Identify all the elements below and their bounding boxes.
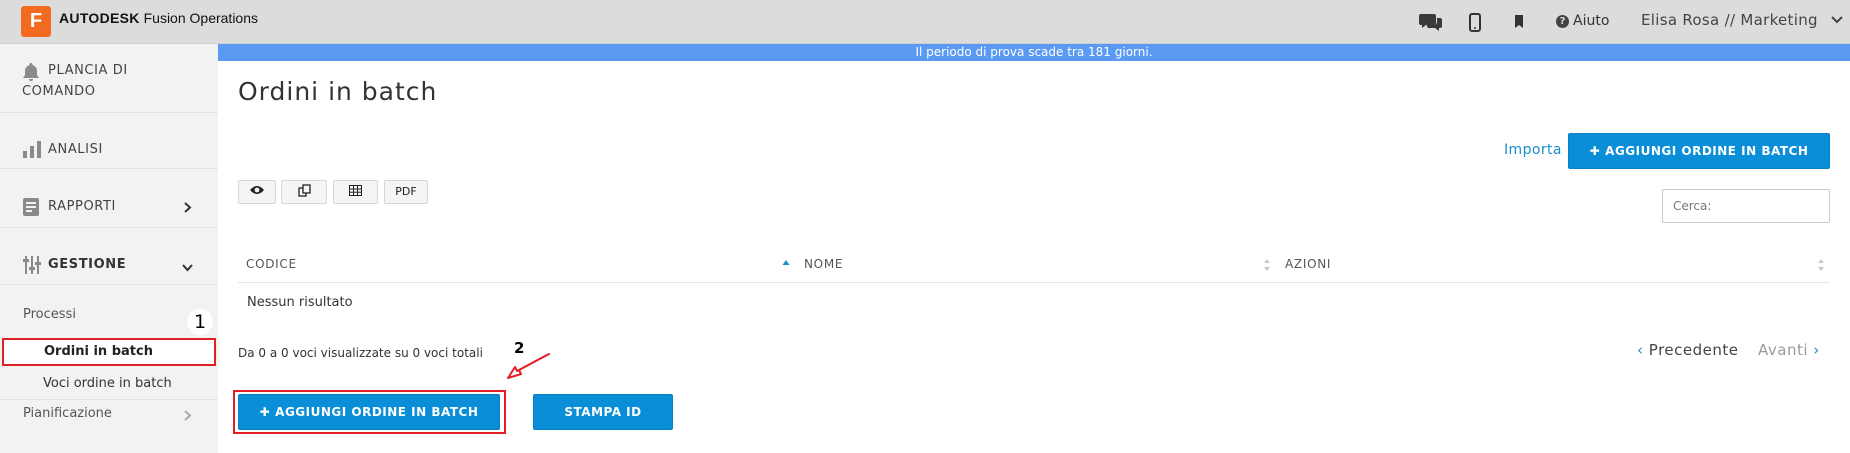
- user-menu[interactable]: Elisa Rosa // Marketing: [1641, 11, 1843, 29]
- chevron-down-icon: [182, 264, 193, 272]
- sidebar-item-analysis-label: ANALISI: [48, 142, 103, 157]
- table-info: Da 0 a 0 voci visualizzate su 0 voci tot…: [238, 346, 483, 360]
- column-visibility-button[interactable]: [238, 180, 276, 204]
- sidebar-item-dashboard-label-2: COMANDO: [22, 84, 96, 99]
- chevron-right-icon: [184, 202, 192, 213]
- add-batch-order-button-top[interactable]: ✚ AGGIUNGI ORDINE IN BATCH: [1568, 133, 1830, 169]
- sidebar-divider: [0, 168, 218, 169]
- pager-next-label: Avanti: [1758, 341, 1809, 359]
- eye-icon: [250, 186, 264, 194]
- export-pdf-button[interactable]: PDF: [384, 180, 428, 204]
- chevron-left-icon: ‹: [1637, 341, 1644, 359]
- pager-next[interactable]: Avanti ›: [1758, 341, 1820, 359]
- brand-name: AUTODESK Fusion Operations: [59, 10, 258, 26]
- sidebar-group-processes[interactable]: Processi: [23, 307, 76, 322]
- export-csv-button[interactable]: [333, 180, 378, 204]
- chevron-right-icon: ›: [1813, 341, 1820, 359]
- sliders-icon: [23, 256, 41, 274]
- import-link[interactable]: Importa: [1504, 142, 1562, 158]
- chevron-right-icon: [184, 410, 192, 421]
- table-icon: [349, 185, 362, 196]
- sidebar-item-management-label: GESTIONE: [48, 257, 127, 272]
- add-batch-order-label: AGGIUNGI ORDINE IN BATCH: [1605, 144, 1809, 158]
- report-icon: [23, 198, 39, 216]
- column-header-actions[interactable]: AZIONI: [1285, 257, 1331, 271]
- sidebar-item-dashboard-label-1: PLANCIA DI: [48, 63, 128, 78]
- sidebar: PLANCIA DI COMANDO ANALISI RAPPORTI GEST…: [0, 44, 218, 453]
- empty-table-message: Nessun risultato: [247, 295, 353, 310]
- column-header-name[interactable]: NOME: [804, 257, 843, 271]
- add-batch-order-button-bottom[interactable]: ✚ AGGIUNGI ORDINE IN BATCH: [238, 394, 500, 430]
- pager-previous[interactable]: ‹ Precedente: [1637, 341, 1738, 359]
- sidebar-divider: [0, 284, 218, 285]
- sidebar-item-batch-orders-label: Ordini in batch: [44, 344, 153, 359]
- app-logo[interactable]: F: [21, 6, 51, 37]
- sidebar-item-batch-order-items[interactable]: Voci ordine in batch: [43, 376, 172, 391]
- bookmark-icon[interactable]: [1512, 11, 1534, 33]
- pager-previous-label: Precedente: [1648, 341, 1739, 359]
- bar-chart-icon: [23, 141, 41, 158]
- copy-button[interactable]: [281, 180, 327, 204]
- annotation-arrow-icon: [507, 353, 550, 379]
- search-input[interactable]: [1662, 189, 1830, 223]
- sort-both-icon[interactable]: [1817, 258, 1825, 272]
- step-1-annotation: 1: [187, 309, 213, 335]
- plus-icon: ✚: [259, 405, 271, 419]
- user-label: Elisa Rosa // Marketing: [1641, 11, 1818, 29]
- sidebar-divider: [0, 399, 218, 400]
- plus-icon: ✚: [1589, 144, 1601, 158]
- table-header-divider: [238, 282, 1830, 283]
- sidebar-item-reports-label: RAPPORTI: [48, 199, 116, 214]
- chevron-down-icon: [1831, 16, 1843, 24]
- sidebar-item-planning-label: Pianificazione: [23, 406, 112, 421]
- sort-both-icon[interactable]: [1263, 258, 1271, 272]
- add-batch-order-label: AGGIUNGI ORDINE IN BATCH: [275, 405, 479, 419]
- sidebar-divider: [0, 112, 218, 113]
- sidebar-item-batch-orders[interactable]: Ordini in batch: [2, 338, 216, 366]
- top-bar: F AUTODESK Fusion Operations ? Aiuto Elis…: [0, 0, 1850, 44]
- column-header-code[interactable]: CODICE: [246, 257, 297, 271]
- help-icon: ?: [1556, 15, 1569, 28]
- brand-product: Fusion Operations: [143, 10, 259, 26]
- help-menu[interactable]: ? Aiuto: [1556, 13, 1609, 29]
- sidebar-divider: [0, 227, 218, 228]
- brand-company: AUTODESK: [59, 10, 140, 26]
- mobile-icon[interactable]: [1468, 11, 1490, 33]
- print-id-button[interactable]: STAMPA ID: [533, 394, 673, 430]
- sort-asc-icon[interactable]: [782, 258, 790, 272]
- page-title: Ordini in batch: [238, 77, 438, 106]
- trial-banner: Il periodo di prova scade tra 181 giorni…: [218, 44, 1850, 61]
- chat-icon[interactable]: [1419, 11, 1442, 33]
- copy-icon: [297, 184, 311, 197]
- bell-icon: [23, 63, 39, 81]
- help-label: Aiuto: [1573, 13, 1610, 29]
